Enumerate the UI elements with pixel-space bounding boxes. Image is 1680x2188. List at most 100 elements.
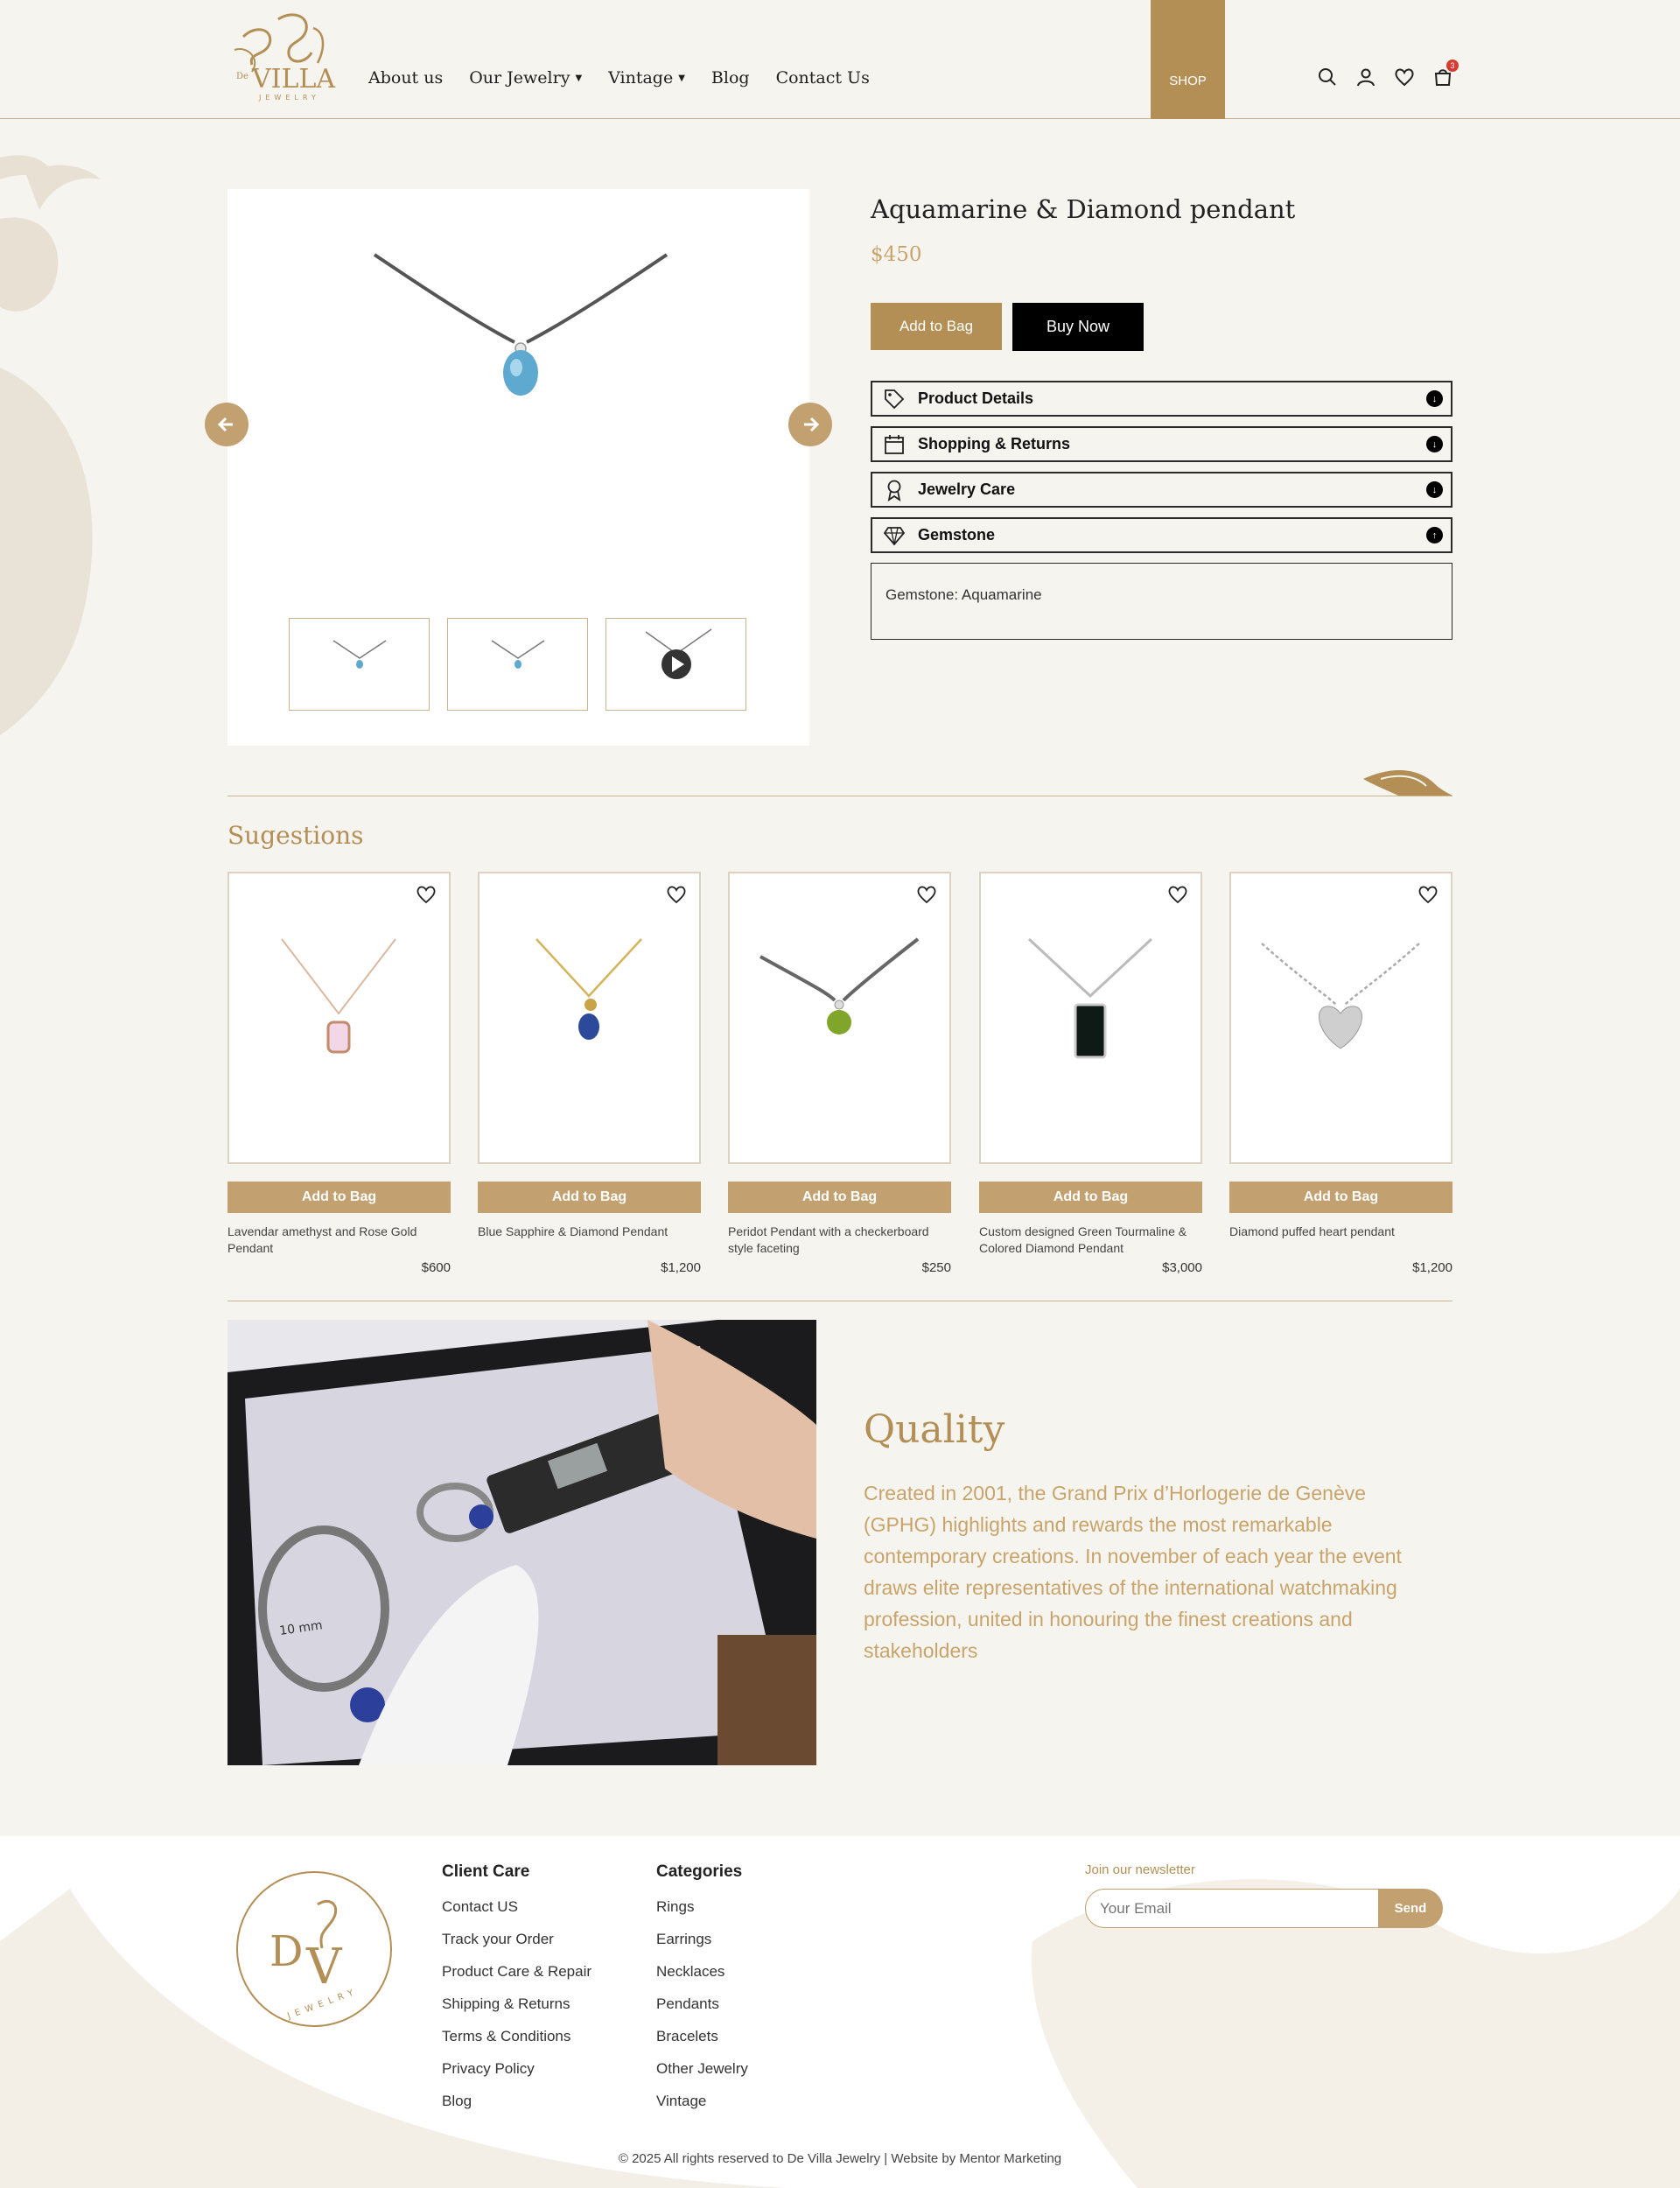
accordion-gemstone[interactable]: Gemstone ↑ bbox=[871, 517, 1452, 553]
suggestions-title: Sugestions bbox=[228, 821, 364, 850]
card-add-to-bag-button[interactable]: Add to Bag bbox=[478, 1182, 701, 1213]
accordion-shopping-returns[interactable]: Shopping & Returns ↓ bbox=[871, 426, 1452, 462]
gemstone-panel: Gemstone: Aquamarine bbox=[871, 563, 1452, 640]
card-product-name[interactable]: Blue Sapphire & Diamond Pendant bbox=[478, 1224, 701, 1257]
heart-icon[interactable] bbox=[1394, 67, 1415, 88]
wishlist-heart-icon[interactable] bbox=[1418, 884, 1438, 905]
newsletter-email-input[interactable] bbox=[1085, 1889, 1384, 1928]
search-icon[interactable] bbox=[1317, 67, 1338, 88]
product-card: Add to Bag Custom designed Green Tourmal… bbox=[979, 872, 1202, 1275]
product-card: Add to Bag Diamond puffed heart pendant … bbox=[1229, 872, 1452, 1275]
arrow-right-icon bbox=[804, 417, 820, 432]
footer-link[interactable]: Vintage bbox=[656, 2093, 748, 2125]
card-add-to-bag-button[interactable]: Add to Bag bbox=[228, 1182, 451, 1213]
arrow-down-icon: ↓ bbox=[1426, 436, 1443, 452]
footer-link[interactable]: Terms & Conditions bbox=[442, 2028, 592, 2060]
card-add-to-bag-button[interactable]: Add to Bag bbox=[1229, 1182, 1452, 1213]
card-product-name[interactable]: Peridot Pendant with a checkerboard styl… bbox=[728, 1224, 951, 1257]
card-add-to-bag-button[interactable]: Add to Bag bbox=[728, 1182, 951, 1213]
cart-count-badge: 3 bbox=[1446, 60, 1459, 72]
accordion-jewelry-care[interactable]: Jewelry Care ↓ bbox=[871, 472, 1452, 508]
card-product-price: $1,200 bbox=[661, 1260, 701, 1275]
previous-image-button[interactable] bbox=[205, 403, 248, 446]
product-card-image[interactable] bbox=[979, 872, 1202, 1164]
footer-categories: Categories Rings Earrings Necklaces Pend… bbox=[656, 1862, 748, 2125]
cart-button[interactable]: 3 bbox=[1432, 60, 1459, 88]
product-card-image[interactable] bbox=[478, 872, 701, 1164]
main-nav: About us Our Jewelry ▼ Vintage ▼ Blog Cont… bbox=[368, 68, 870, 88]
card-product-name[interactable]: Diamond puffed heart pendant bbox=[1229, 1224, 1452, 1257]
footer-logo[interactable]: D V JEWELRY bbox=[234, 1869, 394, 2029]
footer-link[interactable]: Shipping & Returns bbox=[442, 1995, 592, 2028]
accordion-label: Product Details bbox=[918, 389, 1034, 407]
product-main-image[interactable] bbox=[368, 250, 674, 434]
footer-link[interactable]: Product Care & Repair bbox=[442, 1963, 592, 1995]
thumbnail-1[interactable] bbox=[289, 618, 430, 711]
diamond-icon bbox=[883, 526, 906, 545]
accordion-label: Shopping & Returns bbox=[918, 435, 1070, 452]
footer-link[interactable]: Pendants bbox=[656, 1995, 748, 2028]
footer-link[interactable]: Earrings bbox=[656, 1931, 748, 1963]
card-product-price: $3,000 bbox=[1162, 1260, 1202, 1275]
footer-column-title: Client Care bbox=[442, 1862, 530, 1881]
product-card: Add to Bag Lavendar amethyst and Rose Go… bbox=[228, 872, 451, 1275]
arrow-down-icon: ↓ bbox=[1426, 390, 1443, 407]
svg-text:VILLA: VILLA bbox=[251, 64, 335, 95]
footer-client-care: Client Care Contact US Track your Order … bbox=[442, 1862, 592, 2125]
product-card: Add to Bag Blue Sapphire & Diamond Penda… bbox=[478, 872, 701, 1275]
pendant-image bbox=[1027, 937, 1153, 1059]
wishlist-heart-icon[interactable] bbox=[1167, 884, 1188, 905]
arrow-left-icon bbox=[217, 417, 233, 432]
caliper-photo: 10 mm bbox=[228, 1320, 816, 1765]
thumbnail-image bbox=[491, 640, 545, 669]
accordion-label: Gemstone bbox=[918, 526, 996, 543]
product-card-image[interactable] bbox=[728, 872, 951, 1164]
card-product-price: $1,200 bbox=[1412, 1260, 1452, 1275]
nav-contact-us[interactable]: Contact Us bbox=[776, 68, 870, 88]
footer-link[interactable]: Other Jewelry bbox=[656, 2060, 748, 2093]
feather-ornament-icon bbox=[1363, 769, 1452, 796]
footer-link[interactable]: Privacy Policy bbox=[442, 2060, 592, 2093]
footer-link[interactable]: Rings bbox=[656, 1898, 748, 1931]
calendar-icon bbox=[885, 434, 904, 454]
play-icon bbox=[645, 628, 712, 679]
card-product-name[interactable]: Custom designed Green Tourmaline & Color… bbox=[979, 1224, 1202, 1257]
footer-link[interactable]: Bracelets bbox=[656, 2028, 748, 2060]
buy-now-button[interactable]: Buy Now bbox=[1012, 303, 1144, 351]
pendant-image bbox=[760, 937, 920, 1034]
product-card-image[interactable] bbox=[228, 872, 451, 1164]
tag-icon bbox=[885, 389, 905, 409]
product-card-image[interactable] bbox=[1229, 872, 1452, 1164]
newsletter-label: Join our newsletter bbox=[1085, 1862, 1195, 1877]
wishlist-heart-icon[interactable] bbox=[916, 884, 937, 905]
next-image-button[interactable] bbox=[788, 403, 832, 446]
thumbnail-image bbox=[332, 640, 387, 669]
shop-button[interactable]: SHOP bbox=[1151, 0, 1225, 119]
card-product-price: $250 bbox=[921, 1260, 951, 1275]
quality-text: Created in 2001, the Grand Prix d’Horlog… bbox=[864, 1482, 1402, 1662]
card-add-to-bag-button[interactable]: Add to Bag bbox=[979, 1182, 1202, 1213]
newsletter-send-button[interactable]: Send bbox=[1378, 1889, 1443, 1928]
footer-column-title: Categories bbox=[656, 1862, 743, 1881]
nav-vintage[interactable]: Vintage ▼ bbox=[608, 68, 685, 88]
thumbnail-2[interactable] bbox=[447, 618, 588, 711]
wishlist-heart-icon[interactable] bbox=[416, 884, 437, 905]
thumbnail-video[interactable] bbox=[606, 618, 746, 711]
svg-text:JEWELRY: JEWELRY bbox=[258, 94, 320, 102]
site-logo[interactable]: VILLA De JEWELRY bbox=[226, 11, 341, 103]
product-gallery bbox=[205, 189, 832, 746]
nav-about-us[interactable]: About us bbox=[368, 68, 443, 88]
wishlist-heart-icon[interactable] bbox=[666, 884, 687, 905]
footer-link[interactable]: Track your Order bbox=[442, 1931, 592, 1963]
product-card: Add to Bag Peridot Pendant with a checke… bbox=[728, 872, 951, 1275]
add-to-bag-button[interactable]: Add to Bag bbox=[871, 303, 1002, 350]
accordion-product-details[interactable]: Product Details ↓ bbox=[871, 381, 1452, 417]
nav-our-jewelry[interactable]: Our Jewelry ▼ bbox=[469, 68, 582, 88]
svg-text:D: D bbox=[270, 1927, 303, 1976]
card-product-name[interactable]: Lavendar amethyst and Rose Gold Pendant bbox=[228, 1224, 451, 1257]
user-icon[interactable] bbox=[1355, 67, 1376, 88]
footer-link[interactable]: Blog bbox=[442, 2093, 592, 2125]
nav-blog[interactable]: Blog bbox=[711, 68, 750, 88]
footer-link[interactable]: Necklaces bbox=[656, 1963, 748, 1995]
footer-link[interactable]: Contact US bbox=[442, 1898, 592, 1931]
